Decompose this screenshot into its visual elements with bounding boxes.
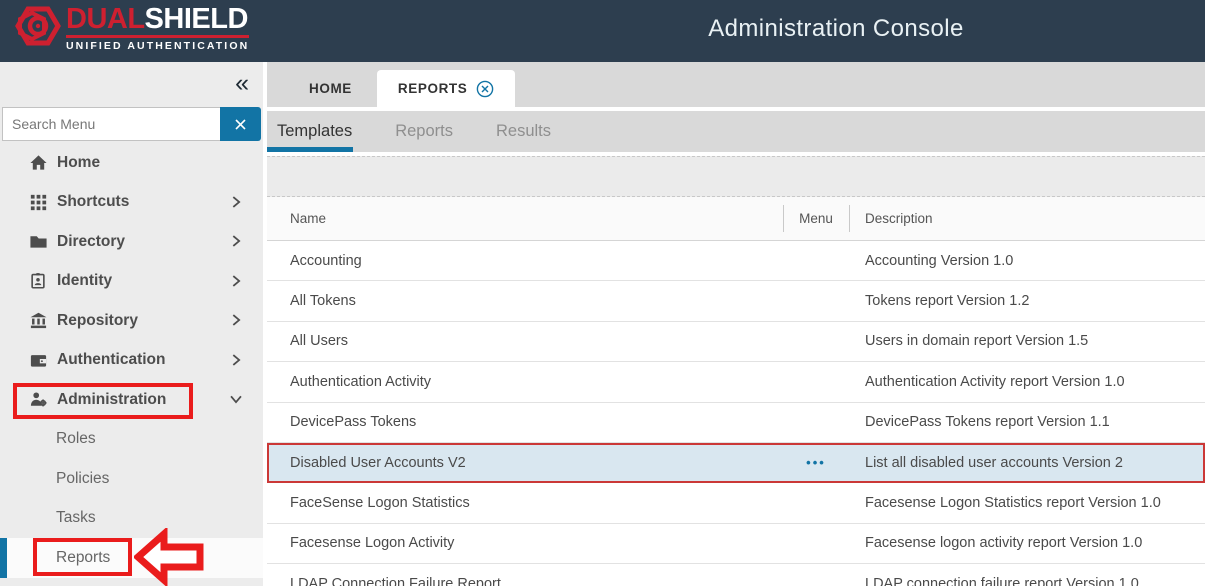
table-row[interactable]: LDAP Connection Failure Report LDAP conn…: [267, 564, 1205, 586]
table-row[interactable]: Facesense Logon Activity Facesense logon…: [267, 524, 1205, 564]
grid-icon: [28, 192, 48, 212]
chevron-right-icon: [227, 311, 245, 334]
sidebar-item-tasks[interactable]: Tasks: [0, 499, 263, 539]
sidebar-item-identity[interactable]: Identity: [0, 262, 263, 302]
cell-name: Accounting: [267, 253, 783, 269]
column-header-description[interactable]: Description: [849, 211, 1205, 226]
chevron-down-icon: [227, 390, 245, 413]
subtab-templates[interactable]: Templates: [272, 122, 357, 141]
tab-bar: HOME REPORTS: [267, 62, 1205, 107]
sidebar-item-authentication[interactable]: Authentication: [0, 341, 263, 381]
sidebar-item-label: Shortcuts: [57, 193, 129, 211]
close-icon: [234, 118, 247, 131]
page-title: Administration Console: [708, 15, 964, 43]
bank-icon: [28, 311, 48, 331]
toolbar: [267, 156, 1205, 197]
home-icon: [28, 153, 48, 173]
search-clear-button[interactable]: [220, 107, 261, 141]
subtab-reports[interactable]: Reports: [390, 122, 458, 141]
sidebar-collapse-button[interactable]: «: [235, 68, 249, 98]
table-row[interactable]: All Users Users in domain report Version…: [267, 322, 1205, 362]
search-input[interactable]: [2, 107, 220, 141]
cell-name: LDAP Connection Failure Report: [267, 576, 783, 586]
wallet-icon: [28, 350, 48, 370]
brand-name: DUALSHIELD: [66, 4, 249, 34]
brand-part2: SHIELD: [145, 3, 248, 35]
tab-close-icon[interactable]: [476, 80, 494, 98]
table-row[interactable]: Authentication Activity Authentication A…: [267, 362, 1205, 402]
brand-part1: DUAL: [66, 3, 145, 35]
sidebar-item-label: Authentication: [57, 351, 166, 369]
cell-description: DevicePass Tokens report Version 1.1: [849, 414, 1205, 430]
cell-name: Authentication Activity: [267, 374, 783, 390]
sidebar-item-label: Directory: [57, 233, 125, 251]
sidebar-item-repository[interactable]: Repository: [0, 301, 263, 341]
cell-description: Tokens report Version 1.2: [849, 293, 1205, 309]
sidebar-item-administration[interactable]: Administration: [0, 380, 263, 420]
tab-reports[interactable]: REPORTS: [377, 70, 515, 107]
sidebar-item-directory[interactable]: Directory: [0, 222, 263, 262]
column-divider: [783, 205, 784, 232]
sidebar-item-shortcuts[interactable]: Shortcuts: [0, 183, 263, 223]
chevron-right-icon: [227, 232, 245, 255]
row-menu-trigger[interactable]: •••: [783, 455, 849, 470]
cell-name: Facesense Logon Activity: [267, 535, 783, 551]
sidebar-item-reports[interactable]: Reports: [0, 538, 263, 578]
column-divider: [849, 205, 850, 232]
sidebar-item-policies[interactable]: Policies: [0, 459, 263, 499]
tab-home[interactable]: HOME: [284, 70, 377, 107]
cell-name: All Users: [267, 333, 783, 349]
sidebar-menu: Home Shortcuts Directory: [0, 143, 263, 578]
cell-name: FaceSense Logon Statistics: [267, 495, 783, 511]
cell-name: DevicePass Tokens: [267, 414, 783, 430]
sidebar-item-home[interactable]: Home: [0, 143, 263, 183]
dualshield-logo: DUALSHIELD UNIFIED AUTHENTICATION: [10, 3, 249, 53]
sidebar-item-roles[interactable]: Roles: [0, 420, 263, 460]
cell-description: Accounting Version 1.0: [849, 253, 1205, 269]
folder-icon: [28, 232, 48, 252]
cell-description: LDAP connection failure report Version 1…: [849, 576, 1205, 586]
tab-label: HOME: [309, 81, 352, 96]
sidebar-item-label: Identity: [57, 272, 112, 290]
brand-tagline: UNIFIED AUTHENTICATION: [66, 35, 249, 52]
cell-description: Facesense logon activity report Version …: [849, 535, 1205, 551]
cell-name: All Tokens: [267, 293, 783, 309]
active-subtab-indicator: [267, 147, 353, 152]
main-content: HOME REPORTS Templates Reports Results N…: [267, 62, 1205, 586]
sidebar-item-label: Home: [57, 154, 100, 172]
sidebar-top-row: «: [0, 62, 263, 107]
table-row-selected[interactable]: Disabled User Accounts V2 ••• List all d…: [267, 443, 1205, 483]
sidebar-item-label: Administration: [57, 391, 166, 409]
chevron-right-icon: [227, 272, 245, 295]
cell-name: Disabled User Accounts V2: [267, 455, 783, 471]
user-gear-icon: [28, 390, 48, 410]
table-body: Accounting Accounting Version 1.0 All To…: [267, 241, 1205, 586]
search-bar: [2, 107, 261, 141]
column-header-name[interactable]: Name: [267, 211, 783, 226]
app-header: DUALSHIELD UNIFIED AUTHENTICATION Admini…: [0, 0, 1205, 62]
sidebar: « Home Shortcuts: [0, 62, 263, 586]
column-header-menu[interactable]: Menu: [783, 211, 849, 226]
table-row[interactable]: DevicePass Tokens DevicePass Tokens repo…: [267, 403, 1205, 443]
table-row[interactable]: All Tokens Tokens report Version 1.2: [267, 281, 1205, 321]
chevron-right-icon: [227, 193, 245, 216]
cell-description: Users in domain report Version 1.5: [849, 333, 1205, 349]
sidebar-item-label: Repository: [57, 312, 138, 330]
table-row[interactable]: Accounting Accounting Version 1.0: [267, 241, 1205, 281]
tab-label: REPORTS: [398, 81, 467, 96]
cell-description: Facesense Logon Statistics report Versio…: [849, 495, 1205, 511]
chevron-right-icon: [227, 351, 245, 374]
id-badge-icon: [28, 271, 48, 291]
cell-description: List all disabled user accounts Version …: [849, 455, 1205, 471]
subtab-results[interactable]: Results: [491, 122, 556, 141]
subtab-bar: Templates Reports Results: [267, 111, 1205, 152]
cell-description: Authentication Activity report Version 1…: [849, 374, 1205, 390]
dualshield-logo-icon: [10, 3, 64, 53]
table-row[interactable]: FaceSense Logon Statistics Facesense Log…: [267, 483, 1205, 523]
table-header: Name Menu Description: [267, 197, 1205, 241]
